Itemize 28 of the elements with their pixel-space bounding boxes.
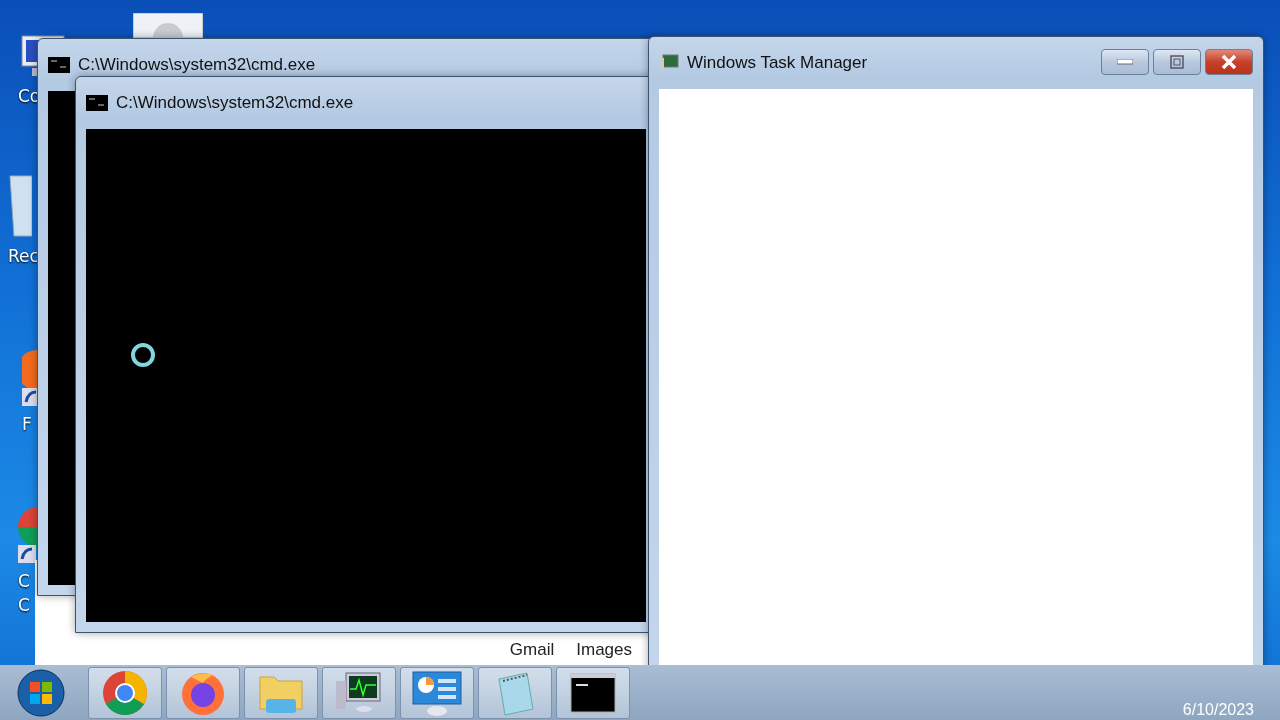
close-button[interactable] [1205, 49, 1253, 75]
command-prompt-icon [570, 672, 616, 713]
close-icon [1221, 54, 1237, 70]
taskbar-button[interactable] [556, 666, 630, 719]
busy-cursor-icon [129, 341, 157, 369]
maximize-button[interactable] [1153, 49, 1201, 75]
shortcut-icon [22, 348, 37, 408]
maximize-icon [1170, 55, 1184, 69]
shortcut-icon [18, 505, 37, 565]
clock: 6/10/2023 [1182, 701, 1254, 719]
icon-label: F [22, 413, 33, 436]
monitor-icon [659, 54, 679, 72]
link[interactable]: Images [576, 640, 632, 660]
window-title: Windows Task Manager [687, 53, 868, 73]
taskbar-button[interactable] [322, 666, 396, 719]
icon-label: Rec [8, 245, 39, 268]
window-title: C:\Windows\system32\cmd.exe [116, 93, 354, 113]
link[interactable]: Gmail [509, 640, 555, 660]
start-orb-icon [16, 667, 66, 718]
icon-label: C [18, 570, 31, 593]
minimize-button[interactable] [1101, 49, 1149, 75]
console-icon [48, 57, 70, 73]
console-icon [86, 95, 108, 111]
icon-label: C [18, 594, 31, 617]
minimize-icon [1117, 59, 1133, 65]
chrome-icon [101, 668, 149, 717]
control-panel-icon [410, 668, 464, 717]
window-title: C:\Windows\system32\cmd.exe [78, 55, 316, 75]
